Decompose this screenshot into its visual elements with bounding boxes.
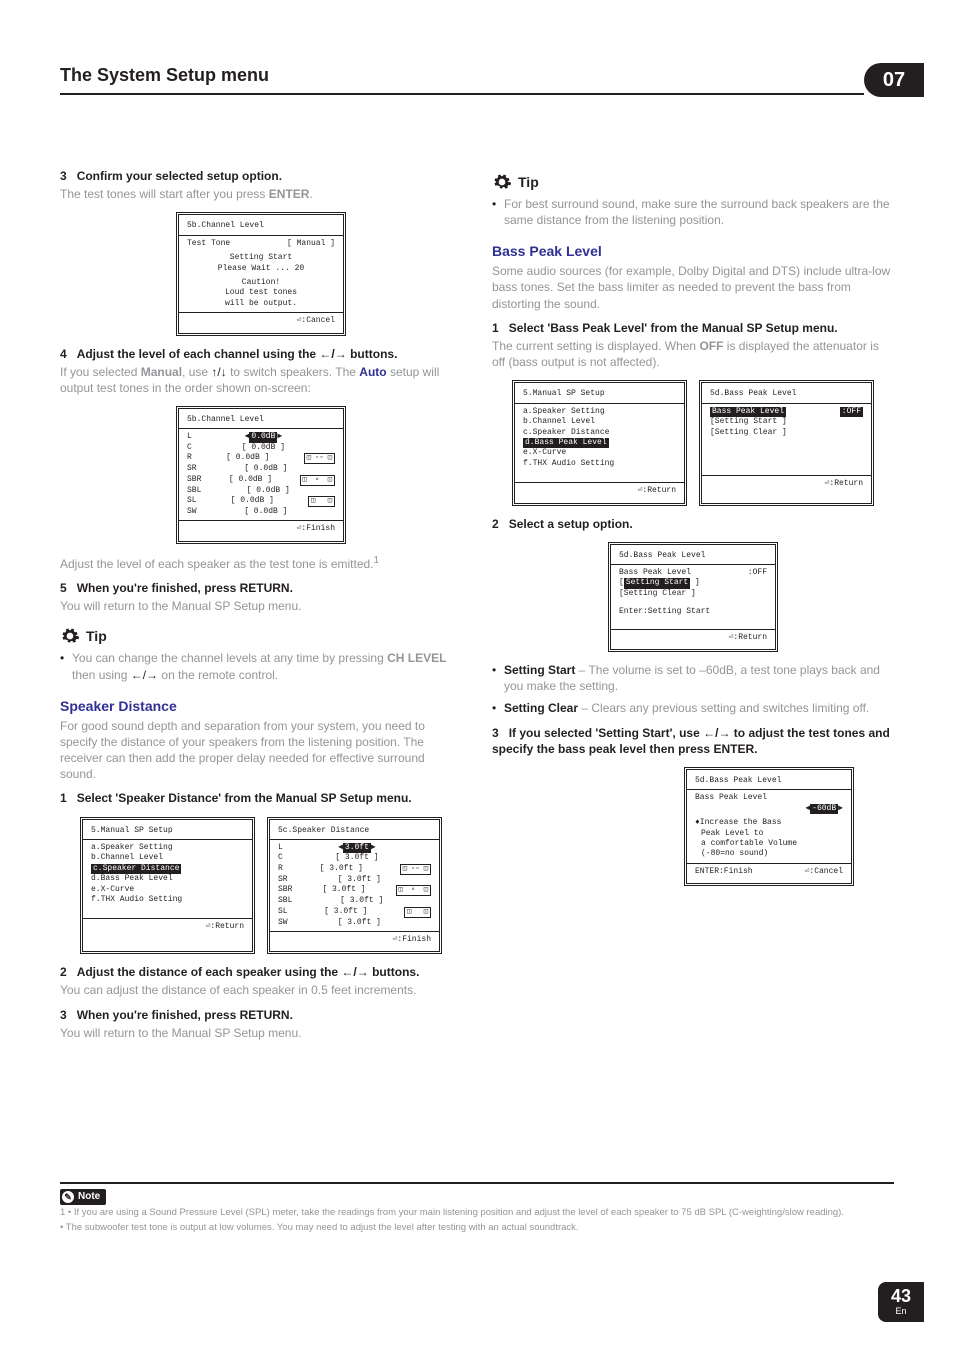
step-1-bass: 1Select 'Bass Peak Level' from the Manua… bbox=[492, 320, 894, 336]
step-5-body: You will return to the Manual SP Setup m… bbox=[60, 598, 462, 614]
footnote-section: ✎ Note 1 • If you are using a Sound Pres… bbox=[60, 1182, 894, 1234]
lcd-bass-peak-level: 5d.Bass Peak Level Bass Peak Level:OFF [… bbox=[699, 380, 874, 505]
speaker-layout-icon: ◫ ◫ bbox=[404, 907, 431, 918]
lcd-speaker-distance: 5c.Speaker Distance L◀3.0ft▶ C[ 3.0ft ] … bbox=[267, 817, 442, 955]
step-2-bass: 2Select a setup option. bbox=[492, 516, 894, 532]
option-bullets: Setting Start – The volume is set to –60… bbox=[492, 662, 894, 717]
tip-row: Tip bbox=[60, 626, 462, 646]
step-1-bass-body: The current setting is displayed. When O… bbox=[492, 338, 894, 370]
speaker-layout-icon: ◫ ∘ ◫ bbox=[300, 475, 335, 486]
lcd-manual-sp-setup: 5.Manual SP Setup a.Speaker Setting b.Ch… bbox=[80, 817, 255, 955]
lcd-bass-adjust: 5d.Bass Peak Level Bass Peak Level ◀-60d… bbox=[684, 767, 854, 886]
tip-bullet: You can change the channel levels at any… bbox=[60, 650, 462, 682]
list-item: Setting Start – The volume is set to –60… bbox=[492, 662, 894, 694]
content-columns: 3 Confirm your selected setup option. The… bbox=[60, 160, 894, 1041]
dual-lcd-bass: 5.Manual SP Setup a.Speaker Setting b.Ch… bbox=[492, 380, 894, 505]
chapter-badge: 07 bbox=[864, 63, 924, 97]
page-title: The System Setup menu bbox=[60, 63, 864, 87]
step-4-body: If you selected Manual, use ↑/↓ to switc… bbox=[60, 364, 462, 396]
after-lcd2-text: Adjust the level of each speaker as the … bbox=[60, 554, 462, 572]
gear-icon bbox=[492, 172, 512, 192]
speaker-distance-para: For good sound depth and separation from… bbox=[60, 718, 462, 783]
lcd-manual-sp-setup-2: 5.Manual SP Setup a.Speaker Setting b.Ch… bbox=[512, 380, 687, 505]
pencil-icon: ✎ bbox=[62, 1191, 74, 1203]
lcd-channel-level-list: 5b.Channel Level L◀0.0dB▶ C[ 0.0dB ] R[ … bbox=[176, 406, 346, 544]
page-number: 43 bbox=[891, 1287, 911, 1305]
speaker-layout-icon: ◫ ∘ ◫ bbox=[396, 885, 431, 896]
tip-label: Tip bbox=[518, 173, 539, 192]
section-speaker-distance: Speaker Distance bbox=[60, 697, 462, 716]
step-2-spk-body: You can adjust the distance of each spea… bbox=[60, 982, 462, 998]
step-1-spk: 1Select 'Speaker Distance' from the Manu… bbox=[60, 790, 462, 806]
step-title: Confirm your selected setup option. bbox=[77, 169, 282, 183]
step-3-spk: 3When you're finished, press RETURN. bbox=[60, 1007, 462, 1023]
note-label: Note bbox=[78, 1190, 100, 1204]
speaker-layout-icon: ◫ ▫▫ ◫ bbox=[304, 453, 335, 464]
speaker-layout-icon: ◫ ◫ bbox=[308, 496, 335, 507]
header-bar: The System Setup menu bbox=[60, 63, 864, 95]
footnote-line: • The subwoofer test tone is output at l… bbox=[60, 1222, 894, 1235]
step-3-body: The test tones will start after you pres… bbox=[60, 186, 462, 202]
tip-row-right: Tip bbox=[492, 172, 894, 192]
page-lang: En bbox=[895, 1305, 906, 1317]
dual-lcd-spk: 5.Manual SP Setup a.Speaker Setting b.Ch… bbox=[60, 817, 462, 955]
step-3-bass: 3If you selected 'Setting Start', use ←/… bbox=[492, 725, 894, 757]
tip-bullets-right: For best surround sound, make sure the s… bbox=[492, 196, 894, 228]
tip-bullet: For best surround sound, make sure the s… bbox=[492, 196, 894, 228]
left-column: 3 Confirm your selected setup option. The… bbox=[60, 160, 462, 1041]
step-4: 4Adjust the level of each channel using … bbox=[60, 346, 462, 362]
footnote-line: 1 • If you are using a Sound Pressure Le… bbox=[60, 1207, 894, 1220]
note-badge: ✎ Note bbox=[60, 1189, 106, 1205]
bass-peak-para: Some audio sources (for example, Dolby D… bbox=[492, 263, 894, 312]
tip-bullets: You can change the channel levels at any… bbox=[60, 650, 462, 682]
section-bass-peak: Bass Peak Level bbox=[492, 242, 894, 261]
speaker-layout-icon: ◫ ▫▫ ◫ bbox=[400, 864, 431, 875]
step-3-spk-body: You will return to the Manual SP Setup m… bbox=[60, 1025, 462, 1041]
step-3: 3 Confirm your selected setup option. bbox=[60, 168, 462, 184]
list-item: Setting Clear – Clears any previous sett… bbox=[492, 700, 894, 716]
right-column: Tip For best surround sound, make sure t… bbox=[492, 160, 894, 1041]
lcd-bass-setup-option: 5d.Bass Peak Level Bass Peak Level:OFF [… bbox=[608, 542, 778, 652]
page-number-badge: 43 En bbox=[878, 1282, 924, 1322]
lcd-channel-level-start: 5b.Channel Level Test Tone[ Manual ] Set… bbox=[176, 212, 346, 335]
step-num: 3 bbox=[60, 169, 67, 183]
step-5: 5When you're finished, press RETURN. bbox=[60, 580, 462, 596]
gear-icon bbox=[60, 626, 80, 646]
step-2-spk: 2Adjust the distance of each speaker usi… bbox=[60, 964, 462, 980]
tip-label: Tip bbox=[86, 627, 107, 646]
